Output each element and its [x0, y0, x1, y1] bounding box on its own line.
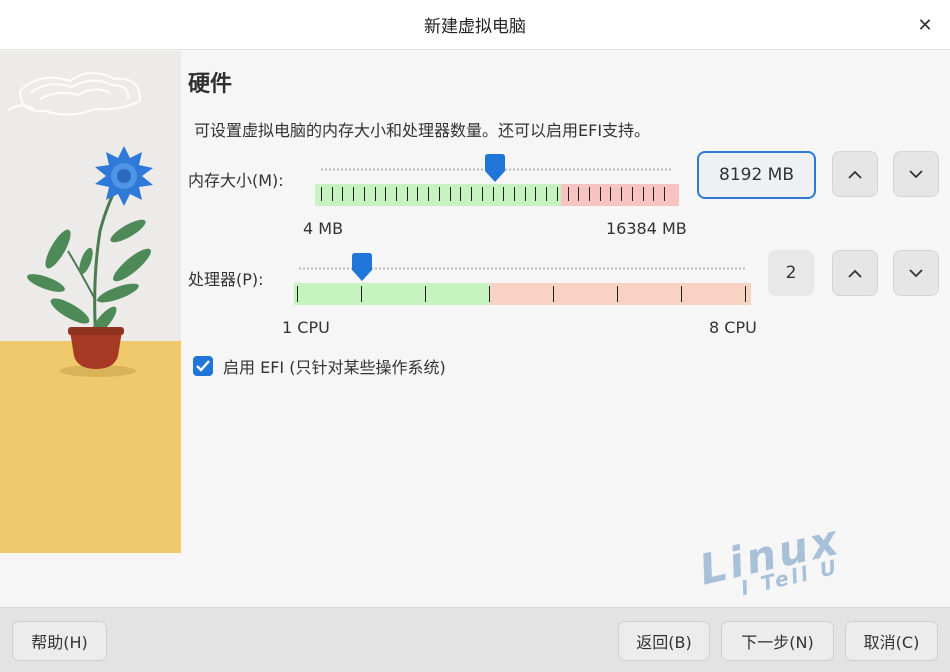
scale-tick	[425, 286, 426, 302]
scale-tick	[681, 286, 682, 302]
scale-tick	[375, 187, 376, 201]
plant-illustration	[0, 51, 181, 553]
memory-min-label: 4 MB	[303, 219, 344, 238]
processor-max-label: 8 CPU	[709, 318, 757, 337]
processor-min-label: 1 CPU	[282, 318, 330, 337]
scale-tick	[321, 187, 322, 201]
scale-tick	[439, 187, 440, 201]
scale-tick	[471, 187, 472, 201]
scale-tick	[745, 286, 746, 302]
scale-tick	[482, 187, 483, 201]
scale-tick	[407, 187, 408, 201]
chevron-up-icon	[848, 170, 862, 179]
scale-tick	[643, 187, 644, 201]
section-description: 可设置虚拟电脑的内存大小和处理器数量。还可以启用EFI支持。	[194, 121, 651, 140]
scale-tick	[332, 187, 333, 201]
scale-tick	[557, 187, 558, 201]
scale-tick	[428, 187, 429, 201]
scale-tick	[568, 187, 569, 201]
section-heading: 硬件	[188, 72, 233, 97]
scale-tick	[617, 286, 618, 302]
checkmark-icon	[196, 360, 210, 372]
scale-tick	[578, 187, 579, 201]
efi-checkbox[interactable]	[193, 356, 213, 376]
processor-slider-handle[interactable]	[350, 253, 374, 283]
scale-tick	[589, 187, 590, 201]
scale-tick	[632, 187, 633, 201]
processor-band-recommended	[294, 283, 490, 305]
scale-tick	[489, 286, 490, 302]
scale-tick	[653, 187, 654, 201]
scale-tick	[493, 187, 494, 201]
efi-label: 启用 EFI (只针对某些操作系统)	[223, 358, 446, 377]
memory-value-input[interactable]: 8192 MB	[697, 151, 816, 199]
scale-tick	[361, 286, 362, 302]
next-button[interactable]: 下一步(N)	[721, 621, 834, 661]
cancel-button[interactable]: 取消(C)	[845, 621, 938, 661]
close-icon[interactable]: ✕	[914, 14, 936, 36]
scale-tick	[385, 187, 386, 201]
scale-tick	[353, 187, 354, 201]
scale-tick	[450, 187, 451, 201]
scale-tick	[514, 187, 515, 201]
scale-tick	[600, 187, 601, 201]
scale-tick	[546, 187, 547, 201]
memory-slider-handle[interactable]	[483, 154, 507, 184]
chevron-up-icon	[848, 269, 862, 278]
window-title: 新建虚拟电脑	[424, 17, 526, 37]
memory-label: 内存大小(M):	[188, 171, 284, 190]
processor-decrease-button[interactable]	[893, 250, 939, 296]
help-button[interactable]: 帮助(H)	[12, 621, 107, 661]
scale-tick	[525, 187, 526, 201]
scale-tick	[460, 187, 461, 201]
back-button[interactable]: 返回(B)	[618, 621, 710, 661]
scale-tick	[535, 187, 536, 201]
scale-tick	[364, 187, 365, 201]
efi-option[interactable]: 启用 EFI (只针对某些操作系统)	[193, 354, 446, 378]
memory-max-label: 16384 MB	[606, 219, 687, 238]
processor-scale-band	[294, 283, 751, 305]
scale-tick	[396, 187, 397, 201]
sidebar-illustration	[0, 51, 181, 553]
scale-tick	[664, 187, 665, 201]
memory-scale-band	[315, 184, 679, 206]
scale-tick	[621, 187, 622, 201]
chevron-down-icon	[909, 169, 923, 178]
title-bar: 新建虚拟电脑 ✕	[0, 0, 950, 50]
scale-tick	[553, 286, 554, 302]
scale-tick	[342, 187, 343, 201]
chevron-down-icon	[909, 268, 923, 277]
memory-increase-button[interactable]	[832, 151, 878, 197]
scale-tick	[610, 187, 611, 201]
processor-band-excess	[490, 283, 751, 305]
processor-increase-button[interactable]	[832, 250, 878, 296]
scale-tick	[503, 187, 504, 201]
button-bar: 帮助(H) 返回(B) 下一步(N) 取消(C)	[0, 607, 950, 672]
scale-tick	[417, 187, 418, 201]
memory-decrease-button[interactable]	[893, 151, 939, 197]
processor-label: 处理器(P):	[188, 270, 264, 289]
watermark-logo: Linux I Tell U	[695, 515, 849, 609]
scale-tick	[297, 286, 298, 302]
processor-value-input[interactable]: 2	[768, 250, 814, 296]
